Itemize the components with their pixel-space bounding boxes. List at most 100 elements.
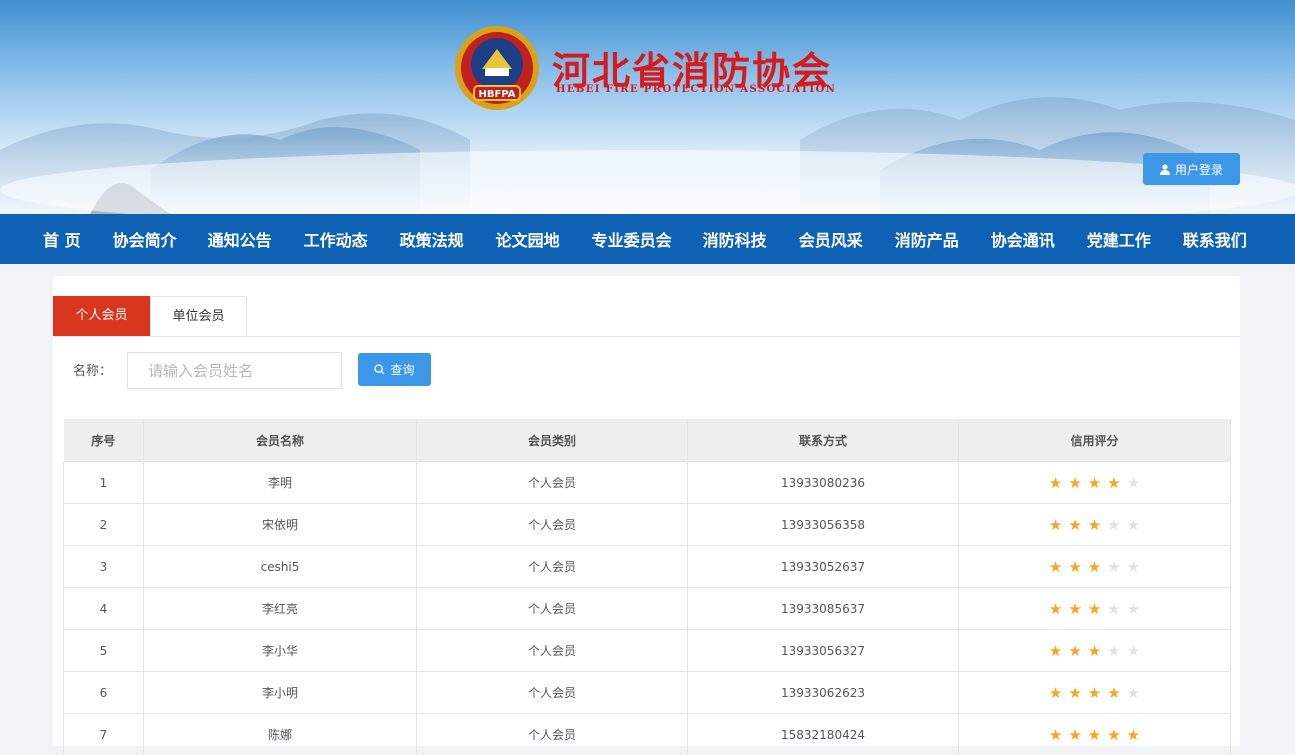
nav-item-committees[interactable]: 专业委员会 bbox=[592, 227, 672, 251]
star-filled-icon: ★ bbox=[1088, 600, 1101, 618]
table-header-row: 序号 会员名称 会员类别 联系方式 信用评分 bbox=[64, 419, 1231, 462]
row-member-category: 个人会员 bbox=[417, 672, 688, 714]
table-row: 1李明个人会员13933080236★★★★★ bbox=[64, 462, 1231, 504]
table-row: 6李小明个人会员13933062623★★★★★ bbox=[64, 672, 1231, 714]
row-credit-rating: ★★★★★ bbox=[959, 546, 1231, 588]
site-subtitle: HEBEI FIRE PROTECTION ASSOCIATION bbox=[556, 84, 836, 95]
tab-organization-members[interactable]: 单位会员 bbox=[150, 296, 247, 336]
star-filled-icon: ★ bbox=[1049, 558, 1062, 576]
star-filled-icon: ★ bbox=[1088, 642, 1101, 660]
login-button[interactable]: 用户登录 bbox=[1143, 153, 1240, 185]
star-empty-icon: ★ bbox=[1127, 600, 1140, 618]
header-index: 序号 bbox=[64, 419, 144, 462]
row-credit-rating: ★★★★★ bbox=[959, 672, 1231, 714]
member-panel: 个人会员 单位会员 名称： 查询 序号 会员名称 会员类别 联系方式 信用评分 … bbox=[53, 276, 1240, 746]
nav-item-papers[interactable]: 论文园地 bbox=[496, 227, 560, 251]
nav-item-notices[interactable]: 通知公告 bbox=[208, 227, 272, 251]
nav-item-member-showcase[interactable]: 会员风采 bbox=[799, 227, 863, 251]
star-filled-icon: ★ bbox=[1049, 516, 1062, 534]
star-empty-icon: ★ bbox=[1127, 474, 1140, 492]
table-row: 4李红亮个人会员13933085637★★★★★ bbox=[64, 588, 1231, 630]
star-filled-icon: ★ bbox=[1049, 600, 1062, 618]
star-filled-icon: ★ bbox=[1068, 516, 1081, 534]
nav-item-party-building[interactable]: 党建工作 bbox=[1087, 227, 1151, 251]
row-index: 7 bbox=[64, 714, 144, 755]
star-empty-icon: ★ bbox=[1127, 684, 1140, 702]
star-filled-icon: ★ bbox=[1068, 642, 1081, 660]
star-filled-icon: ★ bbox=[1088, 726, 1101, 744]
row-member-category: 个人会员 bbox=[417, 504, 688, 546]
row-index: 5 bbox=[64, 630, 144, 672]
star-empty-icon: ★ bbox=[1107, 642, 1120, 660]
row-contact: 13933085637 bbox=[688, 588, 959, 630]
header-contact: 联系方式 bbox=[688, 419, 959, 462]
member-name-input[interactable] bbox=[127, 352, 342, 389]
nav-item-technology[interactable]: 消防科技 bbox=[703, 227, 767, 251]
row-credit-rating: ★ ★ ★ ★ ★ bbox=[959, 630, 1231, 672]
star-filled-icon: ★ bbox=[1088, 474, 1101, 492]
star-empty-icon: ★ bbox=[1107, 558, 1120, 576]
search-label: 名称： bbox=[73, 360, 112, 379]
search-icon bbox=[374, 364, 385, 375]
header-member-category: 会员类别 bbox=[417, 419, 688, 462]
member-table: 序号 会员名称 会员类别 联系方式 信用评分 1李明个人会员1393308023… bbox=[63, 419, 1231, 755]
row-member-name: 李明 bbox=[144, 462, 417, 504]
star-empty-icon: ★ bbox=[1127, 642, 1140, 660]
mountain-background bbox=[0, 0, 1295, 214]
nav-item-newsletter[interactable]: 协会通讯 bbox=[991, 227, 1055, 251]
search-button[interactable]: 查询 bbox=[358, 353, 431, 386]
table-row: 7陈娜个人会员15832180424★★★★★ bbox=[64, 714, 1231, 755]
tab-individual-members[interactable]: 个人会员 bbox=[53, 296, 150, 336]
main-nav: 首 页 协会简介 通知公告 工作动态 政策法规 论文园地 专业委员会 消防科技 … bbox=[0, 214, 1295, 264]
table-row: 5李小华个人会员13933056327★★★★★ bbox=[64, 630, 1231, 672]
row-member-category: 个人会员 bbox=[417, 588, 688, 630]
row-member-name: 宋依明 bbox=[144, 504, 417, 546]
row-index: 6 bbox=[64, 672, 144, 714]
search-button-label: 查询 bbox=[390, 361, 414, 378]
nav-item-policies[interactable]: 政策法规 bbox=[400, 227, 464, 251]
row-credit-rating: ★ ★ ★ ★ ★ bbox=[959, 714, 1231, 755]
star-filled-icon: ★ bbox=[1049, 642, 1062, 660]
star-filled-icon: ★ bbox=[1088, 558, 1101, 576]
row-contact: 13933080236 bbox=[688, 462, 959, 504]
header-banner: HBFPA 河北省消防协会 HEBEI FIRE PROTECTION ASSO… bbox=[0, 0, 1295, 214]
nav-item-work-news[interactable]: 工作动态 bbox=[304, 227, 368, 251]
row-index: 3 bbox=[64, 546, 144, 588]
row-credit-rating: ★ ★ ★ ★ ★ bbox=[959, 588, 1231, 630]
row-index: 1 bbox=[64, 462, 144, 504]
star-filled-icon: ★ bbox=[1107, 726, 1120, 744]
nav-item-about[interactable]: 协会简介 bbox=[113, 227, 177, 251]
star-empty-icon: ★ bbox=[1107, 516, 1120, 534]
row-member-category: 个人会员 bbox=[417, 462, 688, 504]
star-filled-icon: ★ bbox=[1088, 684, 1101, 702]
row-credit-rating: ★★★★★ bbox=[959, 504, 1231, 546]
star-filled-icon: ★ bbox=[1049, 684, 1062, 702]
star-filled-icon: ★ bbox=[1068, 474, 1081, 492]
star-empty-icon: ★ bbox=[1107, 600, 1120, 618]
star-filled-icon: ★ bbox=[1068, 600, 1081, 618]
table-row: 3ceshi5个人会员13933052637★★★★★ bbox=[64, 546, 1231, 588]
star-filled-icon: ★ bbox=[1127, 726, 1140, 744]
nav-item-home[interactable]: 首 页 bbox=[43, 227, 81, 251]
row-contact: 15832180424 bbox=[688, 714, 959, 755]
star-filled-icon: ★ bbox=[1068, 726, 1081, 744]
row-contact: 13933062623 bbox=[688, 672, 959, 714]
row-member-name: ceshi5 bbox=[144, 546, 417, 588]
header-credit-rating: 信用评分 bbox=[959, 419, 1231, 462]
row-member-category: 个人会员 bbox=[417, 630, 688, 672]
logo-text: HBFPA bbox=[479, 89, 516, 100]
nav-item-products[interactable]: 消防产品 bbox=[895, 227, 959, 251]
header-member-name: 会员名称 bbox=[144, 419, 417, 462]
star-filled-icon: ★ bbox=[1049, 726, 1062, 744]
star-filled-icon: ★ bbox=[1068, 558, 1081, 576]
row-member-name: 李小明 bbox=[144, 672, 417, 714]
row-contact: 13933056327 bbox=[688, 630, 959, 672]
login-button-label: 用户登录 bbox=[1175, 161, 1223, 178]
row-member-category: 个人会员 bbox=[417, 714, 688, 755]
star-filled-icon: ★ bbox=[1049, 474, 1062, 492]
star-empty-icon: ★ bbox=[1127, 516, 1140, 534]
row-index: 4 bbox=[64, 588, 144, 630]
nav-item-contact[interactable]: 联系我们 bbox=[1183, 227, 1247, 251]
star-filled-icon: ★ bbox=[1107, 684, 1120, 702]
row-contact: 13933052637 bbox=[688, 546, 959, 588]
